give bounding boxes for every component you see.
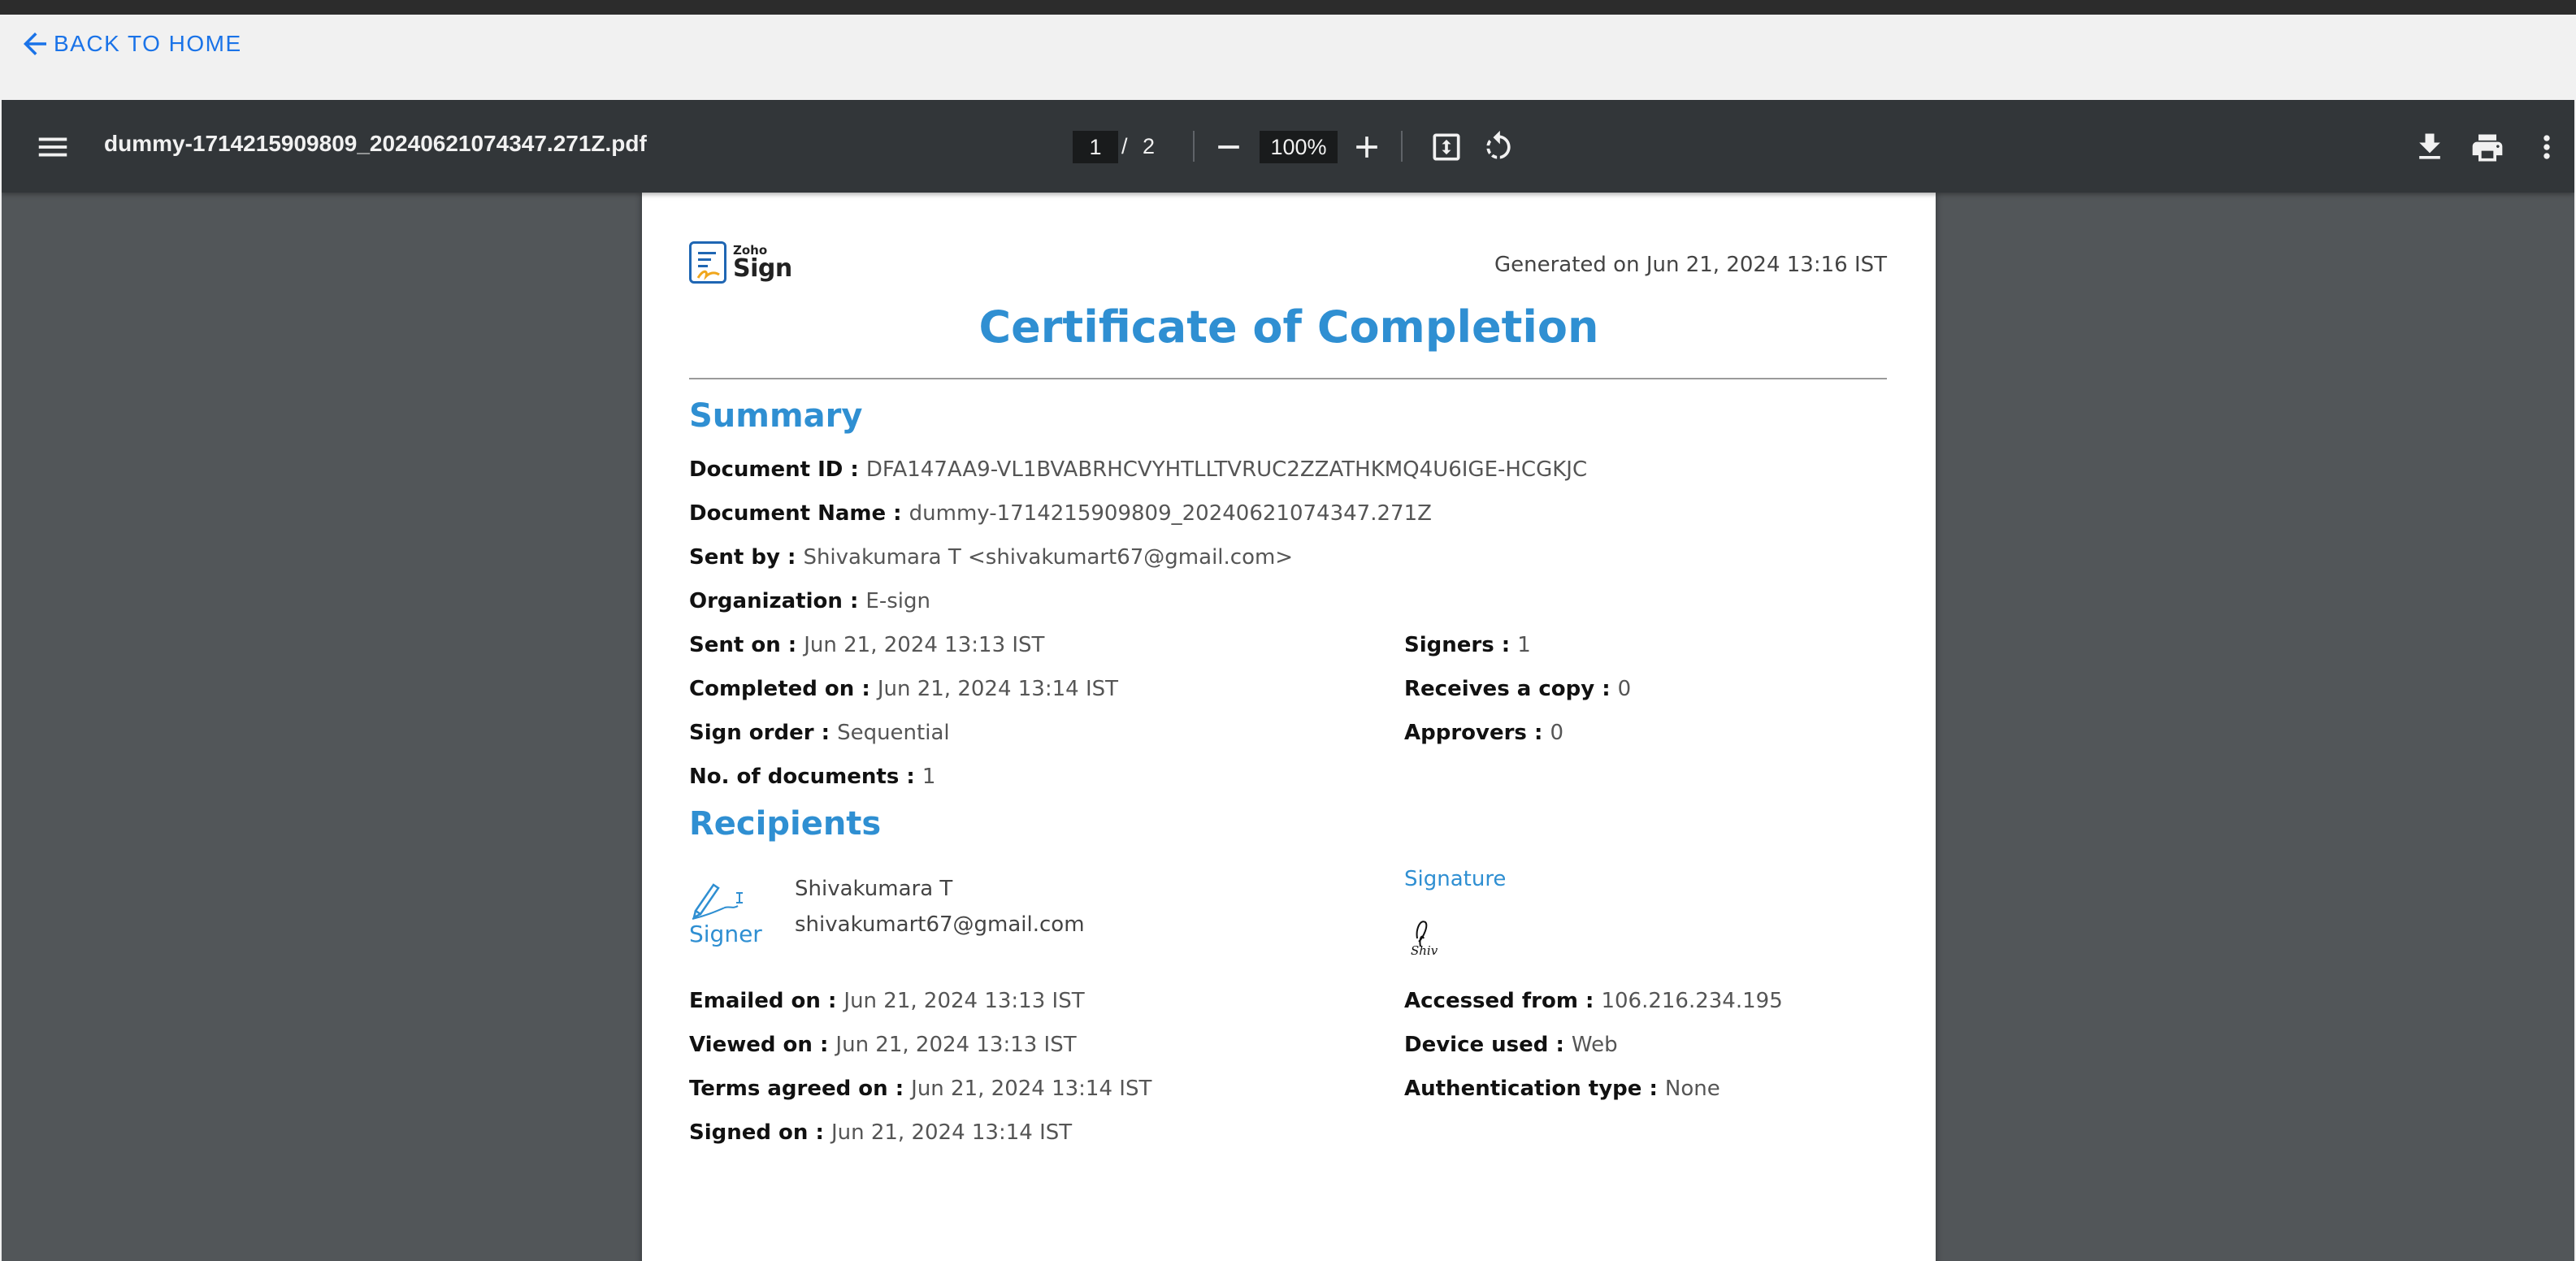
auth-type-row: Authentication type : None bbox=[1404, 1077, 1720, 1101]
recipients-heading: Recipients bbox=[689, 805, 882, 843]
row-value: Web bbox=[1571, 1033, 1618, 1057]
pdf-viewer: dummy-1714215909809_20240621074347.271Z.… bbox=[2, 100, 2574, 1261]
row-label: Signers bbox=[1404, 633, 1494, 657]
row-label: Sent on bbox=[689, 633, 781, 657]
row-value: DFA147AA9-VL1BVABRHCVYHTLLTVRUC2ZZATHKMQ… bbox=[865, 457, 1588, 482]
organization-row: Organization : E-sign bbox=[689, 589, 930, 613]
pdf-filename: dummy-1714215909809_20240621074347.271Z.… bbox=[104, 131, 647, 156]
document-id-row: Document ID : DFA147AA9-VL1BVABRHCVYHTLL… bbox=[689, 457, 1588, 482]
fit-page-icon[interactable] bbox=[1429, 129, 1464, 165]
row-value: 0 bbox=[1550, 721, 1563, 745]
zoom-level-input[interactable]: 100% bbox=[1260, 131, 1338, 163]
row-value: Jun 21, 2024 13:13 IST bbox=[835, 1033, 1077, 1057]
page-total: 2 bbox=[1143, 134, 1156, 158]
recipient-name: Shivakumara T bbox=[795, 877, 953, 901]
row-value: 106.216.234.195 bbox=[1601, 989, 1783, 1013]
row-value: Jun 21, 2024 13:14 IST bbox=[877, 677, 1118, 701]
row-value: dummy-1714215909809_20240621074347.271Z bbox=[909, 501, 1432, 526]
row-label: Sign order bbox=[689, 721, 814, 745]
num-documents-row: No. of documents : 1 bbox=[689, 765, 936, 789]
row-label: Document ID bbox=[689, 457, 843, 482]
menu-icon[interactable] bbox=[34, 128, 72, 166]
logo-sign-text: Sign bbox=[733, 254, 792, 283]
more-vert-icon[interactable] bbox=[2529, 129, 2565, 165]
completed-on-row: Completed on : Jun 21, 2024 13:14 IST bbox=[689, 677, 1118, 701]
toolbar-divider bbox=[1401, 131, 1403, 162]
device-used-row: Device used : Web bbox=[1404, 1033, 1618, 1057]
sign-order-row: Sign order : Sequential bbox=[689, 721, 950, 745]
row-label: Emailed on bbox=[689, 989, 821, 1013]
row-label: Document Name bbox=[689, 501, 887, 526]
row-value: Jun 21, 2024 13:13 IST bbox=[843, 989, 1085, 1013]
row-value: E-sign bbox=[865, 589, 930, 613]
row-label: Authentication type bbox=[1404, 1077, 1642, 1101]
terms-agreed-on-row: Terms agreed on : Jun 21, 2024 13:14 IST bbox=[689, 1077, 1152, 1101]
row-label: Viewed on bbox=[689, 1033, 813, 1057]
row-label: Sent by bbox=[689, 545, 780, 570]
approvers-row: Approvers : 0 bbox=[1404, 721, 1563, 745]
signed-on-row: Signed on : Jun 21, 2024 13:14 IST bbox=[689, 1120, 1073, 1145]
generated-on: Generated on Jun 21, 2024 13:16 IST bbox=[1494, 253, 1887, 277]
toolbar-divider bbox=[1193, 131, 1195, 162]
zoho-sign-logo-mark bbox=[689, 241, 726, 284]
row-label: Terms agreed on bbox=[689, 1077, 888, 1101]
row-label: Organization bbox=[689, 589, 843, 613]
row-value: Jun 21, 2024 13:13 IST bbox=[804, 633, 1045, 657]
sent-by-row: Sent by : Shivakumara T <shivakumart67@g… bbox=[689, 545, 1294, 570]
summary-heading: Summary bbox=[689, 397, 863, 435]
row-label: Device used bbox=[1404, 1033, 1549, 1057]
row-label: Approvers bbox=[1404, 721, 1527, 745]
signature-label: Signature bbox=[1404, 867, 1507, 891]
svg-text:Shiv: Shiv bbox=[1411, 943, 1438, 958]
document-name-row: Document Name : dummy-1714215909809_2024… bbox=[689, 501, 1432, 526]
rotate-icon[interactable] bbox=[1481, 129, 1516, 165]
arrow-left-icon bbox=[24, 32, 46, 55]
pdf-toolbar: dummy-1714215909809_20240621074347.271Z.… bbox=[2, 100, 2574, 193]
certificate-title: Certificate of Completion bbox=[978, 301, 1599, 353]
accessed-from-row: Accessed from : 106.216.234.195 bbox=[1404, 989, 1783, 1013]
download-icon[interactable] bbox=[2412, 129, 2448, 165]
receives-copy-row: Receives a copy : 0 bbox=[1404, 677, 1632, 701]
zoom-in-icon[interactable] bbox=[1349, 129, 1385, 165]
page-separator: / bbox=[1121, 134, 1128, 158]
back-to-home-link[interactable]: BACK TO HOME bbox=[18, 28, 242, 60]
signers-row: Signers : 1 bbox=[1404, 633, 1531, 657]
row-value: Jun 21, 2024 13:14 IST bbox=[911, 1077, 1152, 1101]
signature-image: Shiv bbox=[1411, 921, 1438, 958]
zoom-out-icon[interactable] bbox=[1211, 129, 1247, 165]
page-number-input[interactable]: 1 bbox=[1073, 131, 1118, 163]
viewed-on-row: Viewed on : Jun 21, 2024 13:13 IST bbox=[689, 1033, 1077, 1057]
row-label: No. of documents bbox=[689, 765, 900, 789]
row-label: Accessed from bbox=[1404, 989, 1578, 1013]
row-value: Sequential bbox=[837, 721, 950, 745]
print-icon[interactable] bbox=[2469, 129, 2506, 167]
signer-pen-icon bbox=[692, 883, 743, 920]
window-top-strip bbox=[0, 0, 2576, 15]
sent-on-row: Sent on : Jun 21, 2024 13:13 IST bbox=[689, 633, 1045, 657]
row-label: Signed on bbox=[689, 1120, 809, 1145]
recipient-email: shivakumart67@gmail.com bbox=[795, 912, 1085, 937]
title-divider bbox=[689, 378, 1887, 379]
row-value: 0 bbox=[1617, 677, 1632, 701]
row-value: Jun 21, 2024 13:14 IST bbox=[830, 1120, 1073, 1145]
pdf-page: Zoho Sign Generated on Jun 21, 2024 13:1… bbox=[642, 193, 1936, 1261]
row-label: Receives a copy bbox=[1404, 677, 1595, 701]
signer-role-label: Signer bbox=[689, 921, 762, 947]
row-value: None bbox=[1664, 1077, 1720, 1101]
row-value: 1 bbox=[922, 765, 936, 789]
row-label: Completed on bbox=[689, 677, 855, 701]
back-to-home-label: BACK TO HOME bbox=[54, 31, 242, 56]
emailed-on-row: Emailed on : Jun 21, 2024 13:13 IST bbox=[689, 989, 1085, 1013]
row-value: 1 bbox=[1517, 633, 1531, 657]
row-value: Shivakumara T <shivakumart67@gmail.com> bbox=[803, 545, 1294, 570]
zoho-sign-logo: Zoho Sign bbox=[689, 241, 792, 284]
